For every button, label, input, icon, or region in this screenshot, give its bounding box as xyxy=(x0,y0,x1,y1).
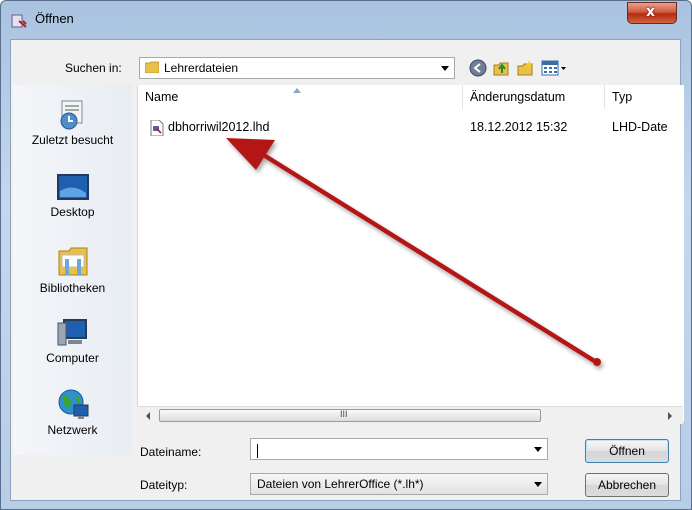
lhd-file-icon xyxy=(150,120,164,136)
chevron-down-icon[interactable] xyxy=(534,447,542,452)
place-label: Computer xyxy=(46,351,99,365)
scroll-left-icon[interactable] xyxy=(143,411,153,421)
place-label: Netzwerk xyxy=(47,423,98,437)
column-header-label: Typ xyxy=(612,90,633,104)
libraries-icon xyxy=(58,247,87,276)
table-row[interactable]: dbhorriwil2012.lhd 18.12.2012 15:32 LHD-… xyxy=(138,119,684,137)
lookin-value: Lehrerdateien xyxy=(164,61,239,75)
scrollbar-grip: III xyxy=(340,409,348,419)
filename-field[interactable] xyxy=(250,438,548,460)
view-menu-icon[interactable] xyxy=(541,59,567,77)
network-icon xyxy=(58,389,88,419)
place-desktop[interactable]: Desktop xyxy=(13,173,132,219)
place-label: Zuletzt besucht xyxy=(31,133,114,147)
scroll-right-icon[interactable] xyxy=(665,411,675,421)
filetype-label: Dateityp: xyxy=(140,478,188,492)
close-icon: x xyxy=(646,4,656,20)
window-title: Öffnen xyxy=(35,11,74,26)
filetype-select[interactable]: Dateien von LehrerOffice (*.lh*) xyxy=(250,473,548,495)
horizontal-scrollbar[interactable]: III xyxy=(137,406,683,424)
computer-icon xyxy=(57,319,87,346)
place-network[interactable]: Netzwerk xyxy=(13,387,132,437)
new-folder-icon[interactable] xyxy=(516,59,534,77)
desktop-icon xyxy=(56,174,89,200)
folder-icon xyxy=(145,61,159,73)
lookin-label: Suchen in: xyxy=(65,61,122,75)
chevron-down-icon[interactable] xyxy=(534,482,542,487)
file-name: dbhorriwil2012.lhd xyxy=(168,120,270,134)
title-bar[interactable]: Öffnen x xyxy=(1,1,691,39)
cancel-button[interactable]: Abbrechen xyxy=(585,473,669,497)
up-folder-icon[interactable] xyxy=(492,59,510,77)
lookin-combobox[interactable]: Lehrerdateien xyxy=(139,57,455,79)
text-cursor xyxy=(257,444,258,458)
open-button[interactable]: Öffnen xyxy=(585,439,669,463)
close-button[interactable]: x xyxy=(627,2,677,24)
places-bar: Zuletzt besucht Desktop Bibliotheken Com… xyxy=(13,85,132,455)
place-recent[interactable]: Zuletzt besucht xyxy=(13,97,132,147)
column-header-date[interactable]: Änderungsdatum xyxy=(463,85,605,109)
column-header-label: Name xyxy=(145,90,179,104)
place-libraries[interactable]: Bibliotheken xyxy=(13,245,132,295)
place-computer[interactable]: Computer xyxy=(13,317,132,365)
file-list[interactable]: Name Änderungsdatum Typ dbhorriwil2012.l… xyxy=(137,85,684,422)
back-icon[interactable] xyxy=(469,59,487,77)
file-type: LHD-Date xyxy=(612,120,668,134)
recent-places-icon xyxy=(60,100,82,130)
filename-label: Dateiname: xyxy=(140,445,202,459)
column-header-name[interactable]: Name xyxy=(138,85,463,109)
sort-ascending-icon xyxy=(293,88,301,93)
chevron-down-icon[interactable] xyxy=(441,66,449,71)
place-label: Bibliotheken xyxy=(39,281,106,295)
filetype-value: Dateien von LehrerOffice (*.lh*) xyxy=(257,477,424,491)
column-header-type[interactable]: Typ xyxy=(605,85,684,109)
place-label: Desktop xyxy=(50,205,95,219)
column-header-label: Änderungsdatum xyxy=(470,90,566,104)
file-date: 18.12.2012 15:32 xyxy=(470,120,568,134)
app-icon xyxy=(11,14,27,28)
scrollbar-thumb[interactable]: III xyxy=(159,409,541,422)
open-dialog: Öffnen x Suchen in: Lehrerdateien Zuletz… xyxy=(0,0,692,510)
